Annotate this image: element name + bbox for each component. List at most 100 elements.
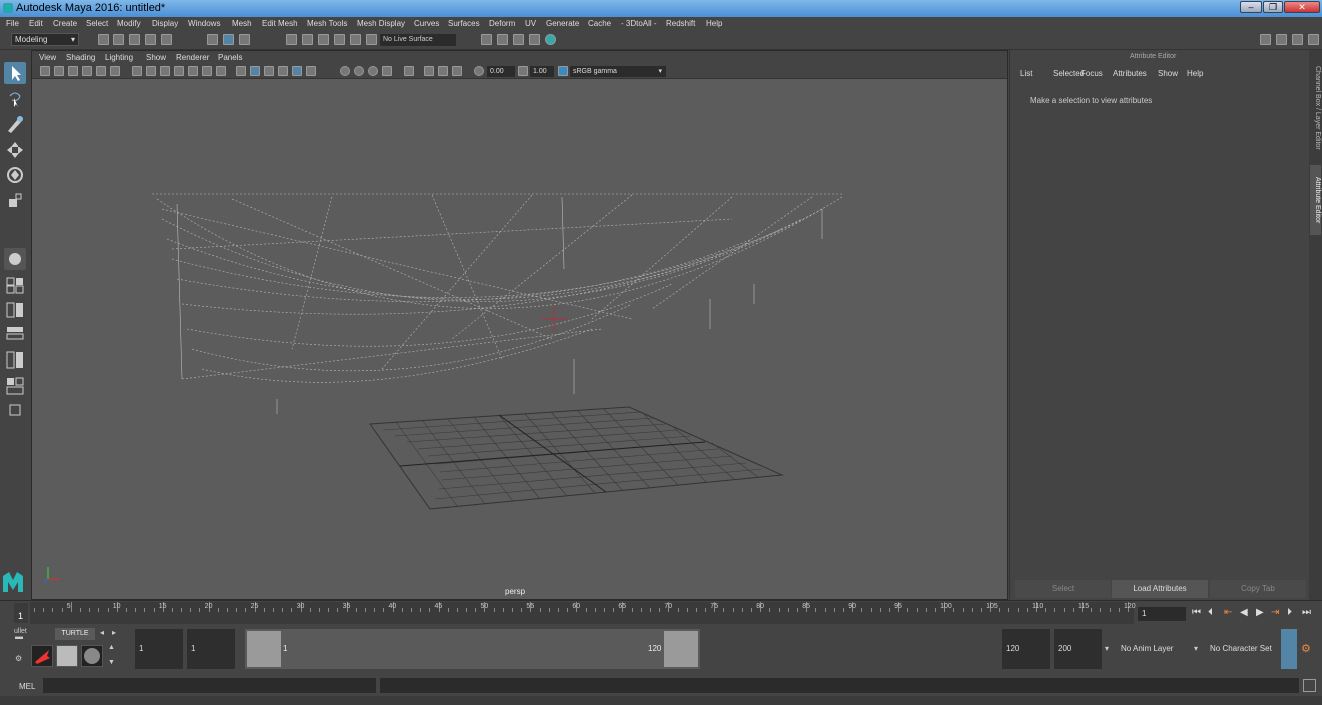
save-scene-icon[interactable]	[129, 34, 140, 45]
ae-menu-list[interactable]: List	[1020, 69, 1032, 78]
menu-edit-mesh[interactable]: Edit Mesh	[262, 19, 298, 28]
exposure-icon[interactable]	[474, 66, 484, 76]
layout-outliner-icon[interactable]	[4, 325, 26, 341]
vp-menu-lighting[interactable]: Lighting	[105, 53, 133, 62]
anim-layer-chevron-icon[interactable]: ▾	[1105, 644, 1109, 653]
xray-icon[interactable]	[292, 66, 302, 76]
render-view-icon[interactable]	[529, 34, 540, 45]
maximize-button[interactable]: ❐	[1263, 1, 1283, 13]
vp-menu-shading[interactable]: Shading	[66, 53, 95, 62]
menu-surfaces[interactable]: Surfaces	[448, 19, 480, 28]
last-tool-icon[interactable]	[4, 248, 26, 270]
play-forwards-icon[interactable]: ▶	[1256, 607, 1264, 618]
film-gate-icon[interactable]	[146, 66, 156, 76]
rotate-tool-icon[interactable]	[4, 164, 26, 186]
sphere-shelf-icon[interactable]	[81, 645, 103, 667]
channel-box-icon[interactable]	[1308, 34, 1319, 45]
playback-end-field[interactable]: 120	[1002, 629, 1050, 669]
menu-edit[interactable]: Edit	[29, 19, 43, 28]
modeling-toolkit-icon[interactable]	[1260, 34, 1271, 45]
character-set-chevron-icon[interactable]: ▾	[1194, 644, 1198, 653]
playback-start-field[interactable]: 1	[187, 629, 235, 669]
ae-menu-focus[interactable]: Focus	[1081, 69, 1103, 78]
minimize-button[interactable]: –	[1240, 1, 1262, 13]
anti-aliasing-icon[interactable]	[382, 66, 392, 76]
shelf-tab-turtle[interactable]: TURTLE	[55, 628, 95, 640]
scene-start-field[interactable]: 1	[135, 629, 183, 669]
render-frame-icon[interactable]	[497, 34, 508, 45]
menu-mesh[interactable]: Mesh	[232, 19, 252, 28]
viewport-panel[interactable]: View Shading Lighting Show Renderer Pane…	[31, 50, 1008, 600]
motion-blur-icon[interactable]	[368, 66, 378, 76]
two-d-pan-icon[interactable]	[96, 66, 106, 76]
make-live-icon[interactable]	[366, 34, 377, 45]
snap-grid-icon[interactable]	[286, 34, 297, 45]
render-settings-icon[interactable]	[481, 34, 492, 45]
menu-select[interactable]: Select	[86, 19, 108, 28]
attribute-editor-toggle-icon[interactable]	[1276, 34, 1287, 45]
time-slider[interactable]: 1 5 10 15 20 25 30 35 40 45 50 55 60 65 70 75 80 85 90 95 1…	[0, 600, 1322, 624]
preferences-icon[interactable]: ⚙	[1301, 642, 1315, 656]
menu-file[interactable]: File	[6, 19, 19, 28]
hypershade-icon[interactable]	[545, 34, 556, 45]
fire-shelf-icon[interactable]	[31, 645, 53, 667]
script-editor-icon[interactable]	[1303, 679, 1316, 692]
snap-surface-icon[interactable]	[350, 34, 361, 45]
wireframe-on-shaded-icon[interactable]	[278, 66, 288, 76]
field-chart-icon[interactable]	[188, 66, 198, 76]
vp-menu-view[interactable]: View	[39, 53, 56, 62]
channel-box-tab[interactable]: Channel Box / Layer Editor	[1310, 60, 1321, 155]
tab-left-arrow-icon[interactable]: ◂	[100, 628, 104, 637]
select-hierarchy-icon[interactable]	[207, 34, 218, 45]
auto-key-icon[interactable]	[1281, 629, 1297, 669]
layout-graph-icon[interactable]	[4, 350, 26, 370]
ae-menu-show[interactable]: Show	[1158, 69, 1178, 78]
exposure-field[interactable]: 0.00	[487, 66, 515, 77]
gate-mask-icon[interactable]	[174, 66, 184, 76]
camera-select-icon[interactable]	[40, 66, 50, 76]
step-forward-key-icon[interactable]: ⇥	[1271, 607, 1279, 618]
safe-title-icon[interactable]	[216, 66, 226, 76]
current-frame-field[interactable]: 1	[1138, 607, 1186, 621]
range-end-handle[interactable]	[664, 631, 698, 667]
menu-generate[interactable]: Generate	[546, 19, 579, 28]
attribute-editor-tab[interactable]: Attribute Editor	[1310, 165, 1321, 235]
vp-menu-panels[interactable]: Panels	[218, 53, 242, 62]
paint-select-icon[interactable]	[4, 113, 26, 135]
tool-settings-icon[interactable]	[1292, 34, 1303, 45]
default-material-icon[interactable]	[264, 66, 274, 76]
vp-menu-renderer[interactable]: Renderer	[176, 53, 209, 62]
copy-tab-button[interactable]: Copy Tab	[1210, 580, 1306, 598]
menu-deform[interactable]: Deform	[489, 19, 515, 28]
grid-toggle-icon[interactable]	[132, 66, 142, 76]
ae-menu-help[interactable]: Help	[1187, 69, 1203, 78]
grease-pencil-icon[interactable]	[110, 66, 120, 76]
step-forward-frame-icon[interactable]: ⏵	[1287, 607, 1292, 618]
menu-3dtoall[interactable]: - 3DtoAll -	[621, 19, 657, 28]
scale-tool-icon[interactable]	[4, 190, 26, 212]
shelf-settings-icon[interactable]: ⚙	[15, 654, 22, 663]
character-set-dropdown[interactable]: No Character Set	[1206, 629, 1276, 669]
command-input[interactable]	[43, 678, 376, 693]
new-scene-icon[interactable]	[98, 34, 109, 45]
scene-end-field[interactable]: 200	[1054, 629, 1102, 669]
xray-joints-icon[interactable]	[424, 66, 434, 76]
ae-menu-attributes[interactable]: Attributes	[1113, 69, 1147, 78]
go-to-end-icon[interactable]: ⏭	[1302, 607, 1311, 618]
snap-point-icon[interactable]	[318, 34, 329, 45]
select-tool-icon[interactable]	[4, 62, 26, 84]
menu-display[interactable]: Display	[152, 19, 178, 28]
color-space-dropdown[interactable]: sRGB gamma ▾	[570, 66, 666, 77]
layout-extra-icon[interactable]	[4, 402, 26, 418]
image-plane-icon[interactable]	[82, 66, 92, 76]
layout-two-pane-icon[interactable]	[4, 301, 26, 319]
isolate-select-icon[interactable]	[404, 66, 414, 76]
vp-menu-show[interactable]: Show	[146, 53, 166, 62]
gamma-field[interactable]: 1.00	[530, 66, 554, 77]
select-component-icon[interactable]	[239, 34, 250, 45]
lasso-tool-icon[interactable]	[4, 88, 26, 110]
select-object-icon[interactable]	[223, 34, 234, 45]
menu-cache[interactable]: Cache	[588, 19, 611, 28]
xray-active-icon[interactable]	[438, 66, 448, 76]
menu-uv[interactable]: UV	[525, 19, 536, 28]
